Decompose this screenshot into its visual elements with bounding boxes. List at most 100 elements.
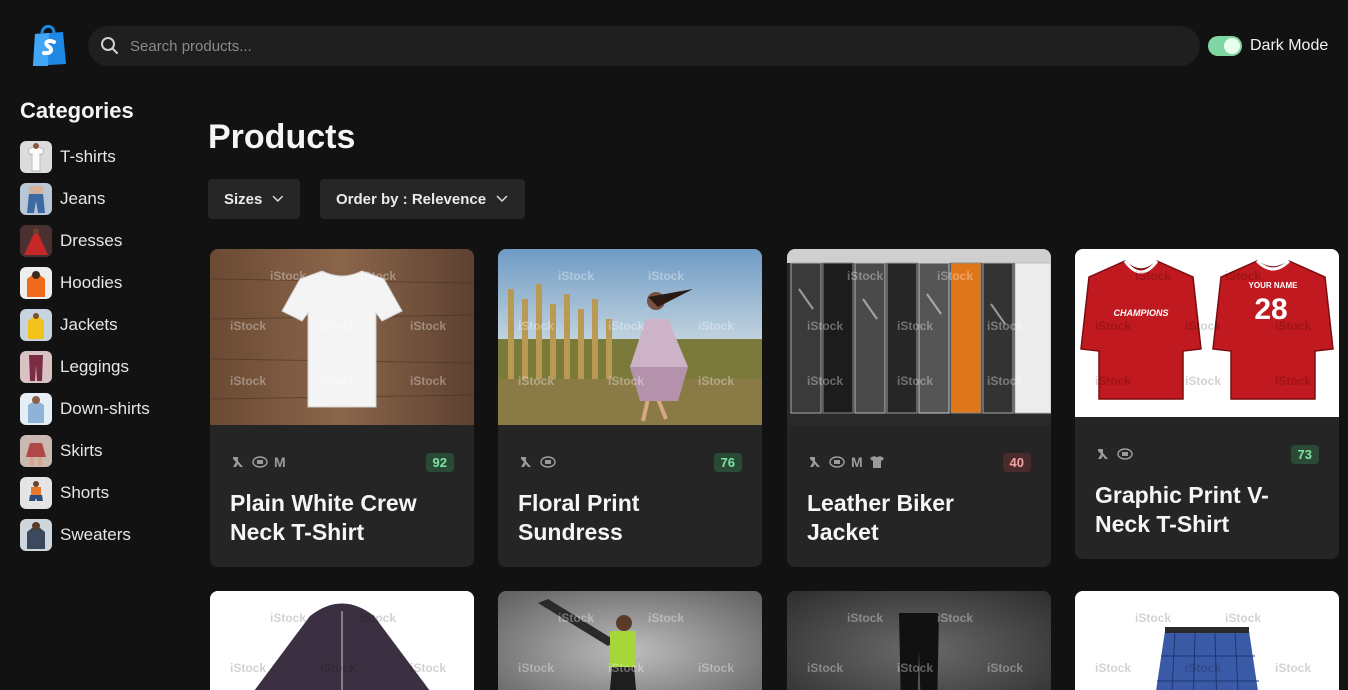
watermark-text: iStock [608, 374, 645, 388]
watermark-text: iStock [1275, 661, 1312, 675]
search-icon [101, 37, 118, 54]
watermark-text: iStock [1135, 269, 1172, 283]
watermark-text: iStock [320, 319, 357, 333]
product-card[interactable]: iStock iStock iStock iStock iStock [210, 591, 474, 690]
product-image: iStock iStock iStock iStock iStock iStock iSto… [498, 249, 762, 425]
category-label: Skirts [60, 441, 103, 460]
category-item-tshirts[interactable]: T-shirts [20, 136, 190, 178]
size-icons: M [807, 454, 885, 470]
hoodie-thumbnail [20, 267, 52, 299]
category-item-skirts[interactable]: Skirts [20, 430, 190, 472]
product-card[interactable]: iStock iStock iStock iStock iStock iStock iSto… [498, 249, 762, 567]
category-item-shorts[interactable]: Shorts [20, 472, 190, 514]
category-item-jeans[interactable]: Jeans [20, 178, 190, 220]
size-icons: M [230, 454, 286, 470]
category-item-dresses[interactable]: Dresses [20, 220, 190, 262]
tshirt-thumbnail [20, 141, 52, 173]
watermark-text: iStock [1185, 661, 1222, 675]
category-item-leggings[interactable]: Leggings [20, 346, 190, 388]
watermark-text: iStock [807, 374, 844, 388]
size-icons [1095, 447, 1133, 461]
watermark-text: iStock [1095, 661, 1132, 675]
category-label: Shorts [60, 483, 110, 502]
watermark-text: iStock [1275, 319, 1312, 333]
product-image: iStock iStock iStock iStock iStock iStock iSto… [787, 249, 1051, 425]
watermark-text: iStock [558, 269, 595, 283]
category-item-jackets[interactable]: Jackets [20, 304, 190, 346]
product-card[interactable]: iStock iStock iStock iStock iStock iStock iSto… [210, 249, 474, 567]
watermark-text: iStock [698, 374, 735, 388]
watermark-text: iStock [897, 319, 934, 333]
shorts-thumbnail [20, 477, 52, 509]
watermark-text: iStock [648, 611, 685, 625]
watermark-text: iStock [987, 661, 1024, 675]
watermark-text: iStock [270, 611, 307, 625]
dark-mode-control: Dark Mode [1208, 36, 1328, 56]
order-by-dropdown[interactable]: Order by : Relevence [320, 179, 525, 219]
product-card[interactable]: iStock iStock iStock iStock iStock [1075, 591, 1339, 690]
watermark-text: iStock [807, 319, 844, 333]
dark-mode-toggle[interactable] [1208, 36, 1242, 56]
watermark-text: iStock [608, 661, 645, 675]
stock-badge: 40 [1002, 452, 1031, 472]
watermark-text: iStock [1225, 269, 1262, 283]
watermark-text: iStock [410, 374, 447, 388]
skirt-thumbnail [20, 435, 52, 467]
product-image: CHAMPIONS YOUR NAME 28 iStock iStock iStoc… [1075, 249, 1339, 417]
product-image: iStock iStock iStock iStock iStock [787, 591, 1051, 690]
product-name: Leather Biker Jacket [807, 490, 955, 545]
watermark-text: iStock [360, 611, 397, 625]
watermark-text: iStock [1095, 374, 1132, 388]
page-title: Products [208, 118, 356, 156]
watermark-text: iStock [698, 319, 735, 333]
category-item-hoodies[interactable]: Hoodies [20, 262, 190, 304]
product-name: Floral Print Sundress [518, 490, 640, 545]
watermark-text: iStock [608, 319, 645, 333]
search-bar[interactable] [88, 26, 1200, 66]
product-image: iStock iStock iStock iStock iStock [498, 591, 762, 690]
product-name: Graphic Print V-Neck T-Shirt [1095, 482, 1269, 537]
shop-logo-icon[interactable] [30, 22, 68, 68]
product-card[interactable]: iStock iStock iStock iStock iStock [498, 591, 762, 690]
search-input[interactable] [130, 37, 1130, 55]
product-meta: 73 [1075, 439, 1339, 469]
watermark-text: iStock [987, 319, 1024, 333]
product-meta: M 40 [787, 447, 1051, 477]
category-label: Hoodies [60, 273, 123, 292]
size-tag-icon [252, 456, 268, 468]
watermark-text: iStock [1275, 374, 1312, 388]
product-card[interactable]: iStock iStock iStock iStock iStock [787, 591, 1051, 690]
watermark-text: iStock [897, 661, 934, 675]
watermark-text: iStock [1185, 319, 1222, 333]
category-label: Leggings [60, 357, 130, 376]
toggle-knob [1224, 38, 1240, 54]
watermark-text: iStock [937, 269, 974, 283]
watermark-text: iStock [698, 661, 735, 675]
watermark-text: iStock [410, 661, 447, 675]
product-meta: 76 [498, 447, 762, 477]
dark-mode-label: Dark Mode [1250, 37, 1329, 54]
product-image: iStock iStock iStock iStock iStock [1075, 591, 1339, 690]
watermark-text: iStock [987, 374, 1024, 388]
jacket-thumbnail [20, 309, 52, 341]
watermark-text: iStock [558, 611, 595, 625]
product-card[interactable]: iStock iStock iStock iStock iStock iStock iSto… [787, 249, 1051, 567]
sizes-dropdown[interactable]: Sizes [208, 179, 300, 219]
product-image: iStock iStock iStock iStock iStock [210, 591, 474, 690]
product-card[interactable]: CHAMPIONS YOUR NAME 28 iStock iStock iStoc… [1075, 249, 1339, 559]
stock-badge: 76 [713, 452, 742, 472]
product-name: Plain White Crew Neck T-Shirt [230, 490, 417, 545]
size-tag-icon [829, 456, 845, 468]
watermark-text: iStock [897, 374, 934, 388]
watermark-text: iStock [230, 661, 267, 675]
watermark-text: iStock [360, 269, 397, 283]
category-item-down-shirts[interactable]: Down-shirts [20, 388, 190, 430]
category-item-sweaters[interactable]: Sweaters [20, 514, 190, 556]
category-label: Jeans [60, 189, 106, 208]
category-label: T-shirts [60, 147, 116, 166]
sweater-thumbnail [20, 519, 52, 551]
product-image: iStock iStock iStock iStock iStock iStock iSto… [210, 249, 474, 425]
category-label: Dresses [60, 231, 123, 250]
stock-badge: 92 [425, 452, 454, 472]
category-sidebar: Categories T-shirts Jeans Dresses Hoodie… [20, 98, 190, 556]
